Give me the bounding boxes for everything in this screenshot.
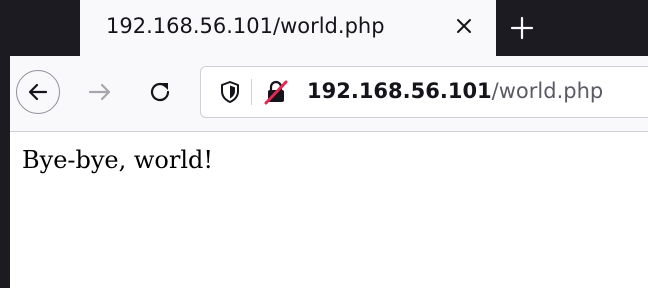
url-text: 192.168.56.101/world.php — [307, 79, 603, 103]
plus-icon[interactable] — [504, 10, 540, 46]
tab-title: 192.168.56.101/world.php — [106, 14, 385, 38]
reload-icon — [150, 82, 170, 102]
insecure-lock-icon[interactable] — [263, 79, 289, 105]
url-path: /world.php — [491, 79, 604, 103]
forward-button[interactable] — [84, 76, 116, 108]
window-edge — [0, 0, 10, 288]
nav-toolbar: 192.168.56.101/world.php — [10, 56, 648, 132]
active-tab[interactable]: 192.168.56.101/world.php — [80, 0, 496, 56]
url-divider — [251, 79, 252, 105]
address-bar[interactable]: 192.168.56.101/world.php — [200, 66, 648, 118]
url-host: 192.168.56.101 — [307, 79, 492, 103]
forward-arrow-icon — [88, 83, 111, 101]
shield-icon[interactable] — [219, 80, 241, 104]
back-arrow-icon — [28, 83, 48, 101]
close-icon[interactable] — [450, 12, 478, 40]
back-button[interactable] — [16, 70, 60, 114]
page-body-text: Bye-bye, world! — [22, 146, 214, 174]
reload-button[interactable] — [144, 76, 176, 108]
tab-strip-spacer — [10, 0, 80, 56]
tab-strip: 192.168.56.101/world.php — [10, 0, 648, 56]
page-content: Bye-bye, world! — [10, 132, 648, 288]
